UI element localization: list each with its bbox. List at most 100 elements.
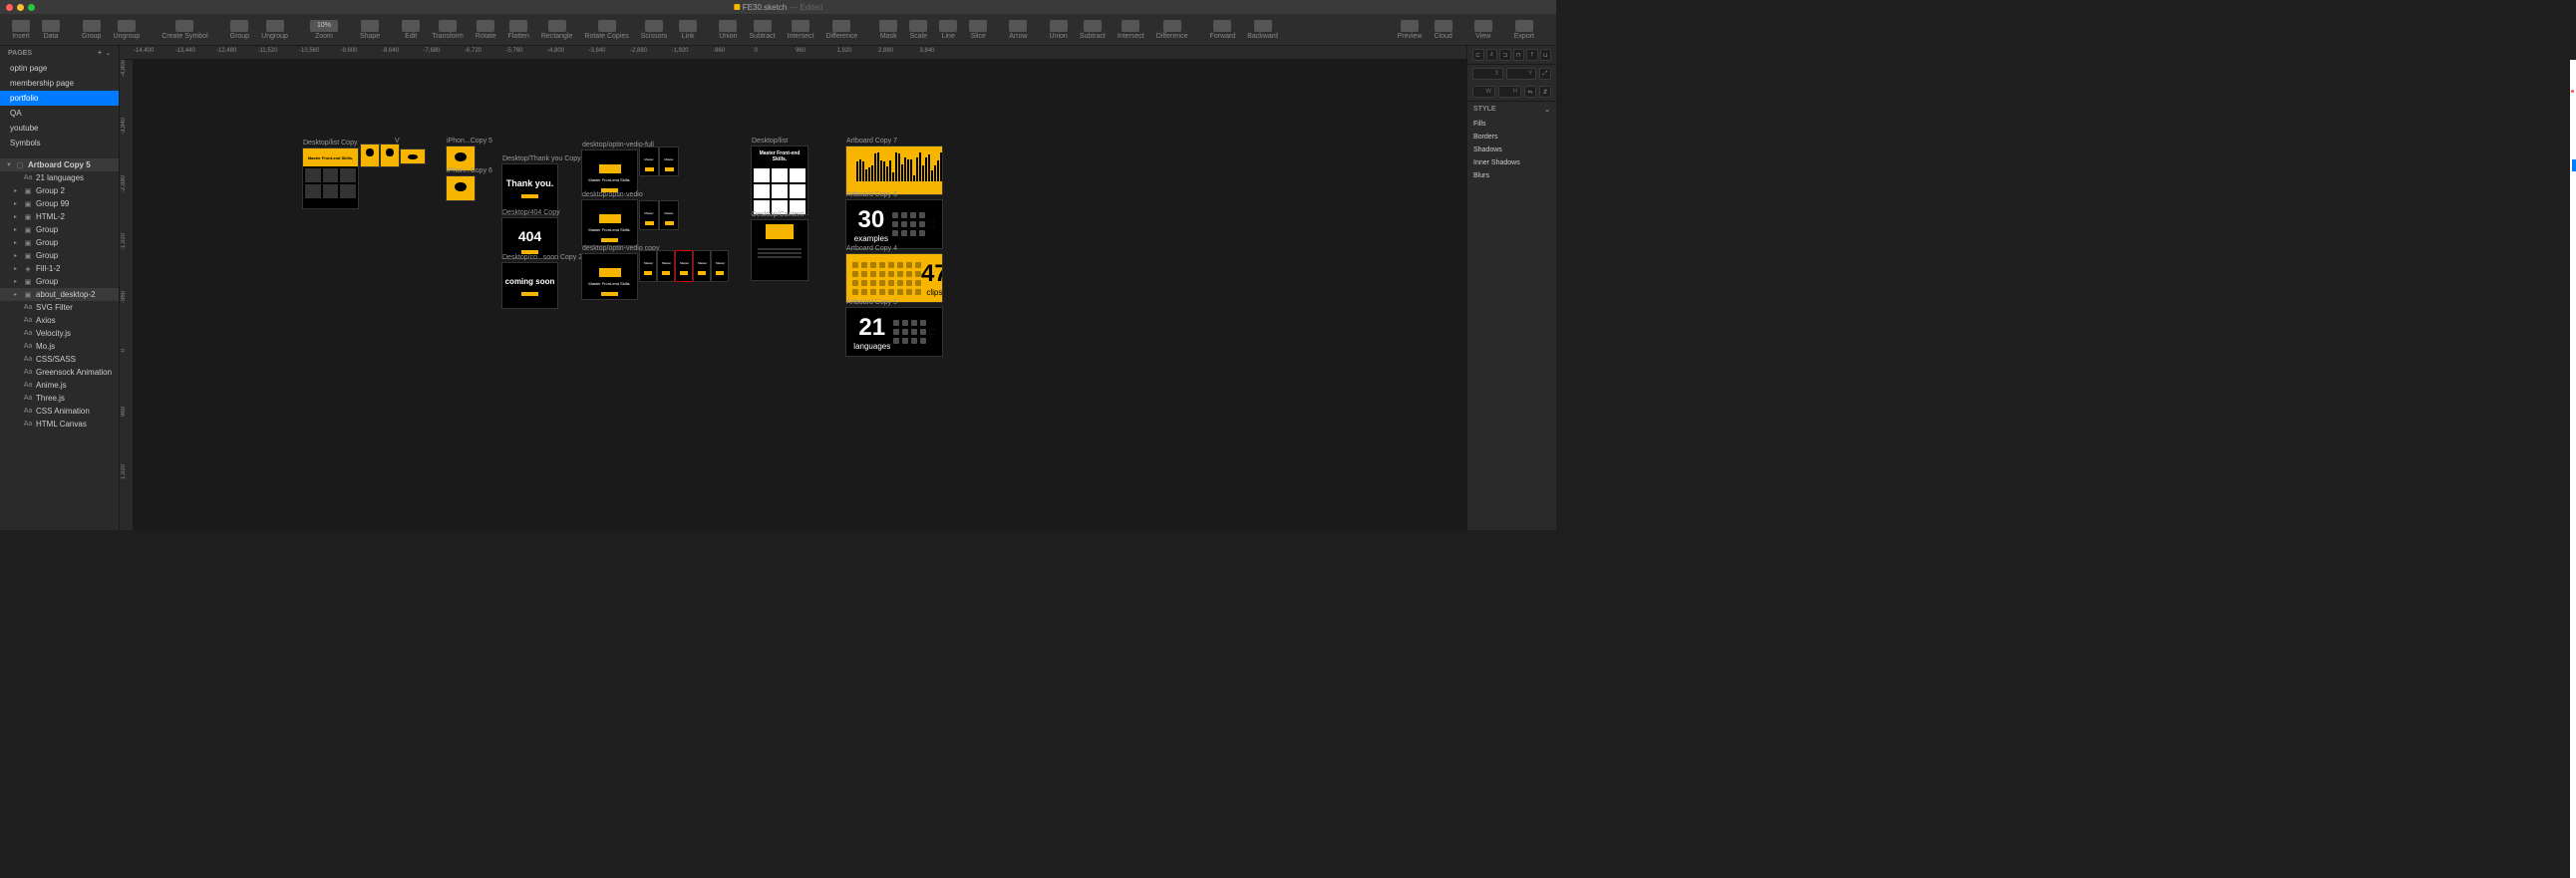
artboard-yellow-card[interactable]: [361, 145, 379, 166]
artboard-mobile-dark[interactable]: Master: [640, 251, 656, 281]
layer-item[interactable]: AaAxios: [0, 314, 119, 327]
align-right-icon[interactable]: ⊐: [1499, 49, 1511, 61]
group-button[interactable]: Group: [76, 18, 107, 42]
close-button[interactable]: [6, 4, 13, 11]
artboard-Desktop/404 Copy[interactable]: Desktop/404 Copy404: [502, 209, 560, 258]
layer-item[interactable]: AaHTML Canvas: [0, 418, 119, 431]
artboard-mobile-dark[interactable]: Master: [694, 251, 710, 281]
layer-item[interactable]: AaCSS Animation: [0, 405, 119, 418]
artboard-mobile-dark[interactable]: Master: [640, 147, 658, 175]
artboard-yellow-card[interactable]: [401, 149, 425, 163]
minimize-button[interactable]: [17, 4, 24, 11]
artboard-desktop/optin-vedio[interactable]: desktop/optin-vedioMaster Front-end Skil…: [582, 191, 643, 245]
layer-item[interactable]: ▸▣Group: [0, 236, 119, 249]
page-item-portfolio[interactable]: portfolio: [0, 91, 119, 106]
layer-item[interactable]: ▸▣HTML-2: [0, 210, 119, 223]
align-center-v-icon[interactable]: ⫯: [1526, 49, 1538, 61]
canvas-area[interactable]: -14,400-13,440-12,480-11,520-10,560-9,60…: [120, 46, 1466, 530]
page-item-QA[interactable]: QA: [0, 106, 119, 121]
align-top-icon[interactable]: ⊓: [1513, 49, 1525, 61]
layer-item[interactable]: ▸▣about_desktop-2: [0, 288, 119, 301]
preview-button[interactable]: Preview: [1392, 18, 1429, 42]
layer-item[interactable]: AaMo.js: [0, 340, 119, 353]
view-button[interactable]: View: [1468, 18, 1498, 42]
layer-item[interactable]: AaSVG Filter: [0, 301, 119, 314]
line-button[interactable]: Line: [933, 18, 963, 42]
align-center-h-icon[interactable]: ⫰: [1486, 49, 1498, 61]
zoom-button[interactable]: [28, 4, 35, 11]
union-button[interactable]: Union: [1044, 18, 1074, 42]
backward-button[interactable]: Backward: [1241, 18, 1284, 42]
rotate-button[interactable]: Rotate: [470, 18, 502, 42]
layer-item[interactable]: AaAnime.js: [0, 379, 119, 392]
lock-aspect-icon[interactable]: ⤢: [1539, 68, 1551, 80]
canvas[interactable]: Desktop/list CopyMaster Front-end Skills…: [134, 60, 1466, 530]
y-field[interactable]: Y: [1506, 68, 1537, 80]
layers-header[interactable]: ▼ ▢ Artboard Copy 5: [0, 158, 119, 171]
intersect-button[interactable]: Intersect: [782, 18, 820, 42]
layer-item[interactable]: ▸▣Group: [0, 275, 119, 288]
layer-item[interactable]: Aa21 languages: [0, 171, 119, 184]
page-item-optin-page[interactable]: optin page: [0, 61, 119, 76]
artboard-Desktop/list Copy[interactable]: Desktop/list CopyMaster Front-end Skills…: [303, 140, 358, 208]
layer-item[interactable]: ▸◈Fill-1-2: [0, 262, 119, 275]
artboard-yellow-card[interactable]: [381, 145, 399, 166]
layer-item[interactable]: AaGreensock Animation: [0, 366, 119, 379]
artboard-Artboard Copy 6[interactable]: Artboard Copy 630examples· · ·· · ·: [846, 191, 942, 248]
arrow-button[interactable]: Arrow: [1003, 18, 1033, 42]
artboard-mobile-dark[interactable]: Master: [640, 201, 658, 229]
artboard-mobile-dark[interactable]: Master: [676, 251, 692, 281]
x-field[interactable]: X: [1472, 68, 1503, 80]
data-button[interactable]: Data: [36, 18, 66, 42]
zoom-button[interactable]: 10%Zoom: [304, 18, 344, 42]
artboard-V[interactable]: V: [395, 138, 400, 146]
artboard-mobile-dark[interactable]: Master: [660, 147, 678, 175]
flip-h-icon[interactable]: ⇋: [1524, 86, 1536, 98]
align-left-icon[interactable]: ⊏: [1472, 49, 1484, 61]
layer-item[interactable]: ▸▣Group 2: [0, 184, 119, 197]
ungroup-button[interactable]: Ungroup: [107, 18, 146, 42]
artboard-mobile-dark[interactable]: Master: [660, 201, 678, 229]
add-page-icon[interactable]: +: [98, 50, 102, 57]
style-section-shadows[interactable]: Shadows: [1467, 144, 1556, 156]
rectangle-button[interactable]: Rectangle: [535, 18, 579, 42]
artboard-Artboard Copy 4[interactable]: Artboard Copy 447clips: [846, 245, 942, 302]
layer-item[interactable]: ▸▣Group: [0, 249, 119, 262]
cloud-button[interactable]: Cloud: [1428, 18, 1457, 42]
collapse-pages-icon[interactable]: ⌄: [106, 50, 111, 57]
style-section-borders[interactable]: Borders: [1467, 131, 1556, 144]
page-item-youtube[interactable]: youtube: [0, 121, 119, 136]
layer-item[interactable]: ▸▣Group 99: [0, 197, 119, 210]
rotate-copies-button[interactable]: Rotate Copies: [578, 18, 634, 42]
artboard-Desktop/Content[interactable]: Desktop/Content: [752, 211, 807, 280]
transform-button[interactable]: Transform: [426, 18, 470, 42]
export-button[interactable]: Export: [1508, 18, 1540, 42]
collapse-style-icon[interactable]: ⌄: [1544, 106, 1550, 114]
create-symbol-button[interactable]: Create Symbol: [156, 18, 213, 42]
artboard-Desktop/co...soon Copy 2[interactable]: Desktop/co...soon Copy 2coming soon: [502, 254, 582, 308]
scissors-button[interactable]: Scissors: [635, 18, 673, 42]
shape-button[interactable]: Shape: [354, 18, 386, 42]
subtract-button[interactable]: Subtract: [1074, 18, 1112, 42]
artboard-iPhon...Copy 6[interactable]: iPhon...Copy 6: [447, 167, 492, 200]
intersect-button[interactable]: Intersect: [1112, 18, 1150, 42]
artboard-iPhon...Copy 5[interactable]: iPhon...Copy 5: [447, 138, 492, 170]
style-section-fills[interactable]: Fills: [1467, 118, 1556, 131]
page-item-Symbols[interactable]: Symbols: [0, 136, 119, 150]
difference-button[interactable]: Difference: [1150, 18, 1194, 42]
slice-button[interactable]: Slice: [963, 18, 993, 42]
mask-button[interactable]: Mask: [873, 18, 903, 42]
style-section-inner-shadows[interactable]: Inner Shadows: [1467, 156, 1556, 169]
h-field[interactable]: H: [1498, 86, 1521, 98]
layer-item[interactable]: ▸▣Group: [0, 223, 119, 236]
artboard-Desktop/Thank you Copy[interactable]: Desktop/Thank you CopyThank you.: [502, 155, 581, 214]
layer-item[interactable]: AaCSS/SASS: [0, 353, 119, 366]
artboard-Artboard Copy 7[interactable]: Artboard Copy 776hours: [846, 138, 942, 194]
subtract-button[interactable]: Subtract: [744, 18, 782, 42]
flatten-button[interactable]: Flatten: [501, 18, 534, 42]
layer-item[interactable]: AaVelocity.js: [0, 327, 119, 340]
layer-item[interactable]: AaThree.js: [0, 392, 119, 405]
scale-button[interactable]: Scale: [903, 18, 933, 42]
artboard-mobile-dark[interactable]: Master: [658, 251, 674, 281]
link-button[interactable]: Link: [673, 18, 703, 42]
